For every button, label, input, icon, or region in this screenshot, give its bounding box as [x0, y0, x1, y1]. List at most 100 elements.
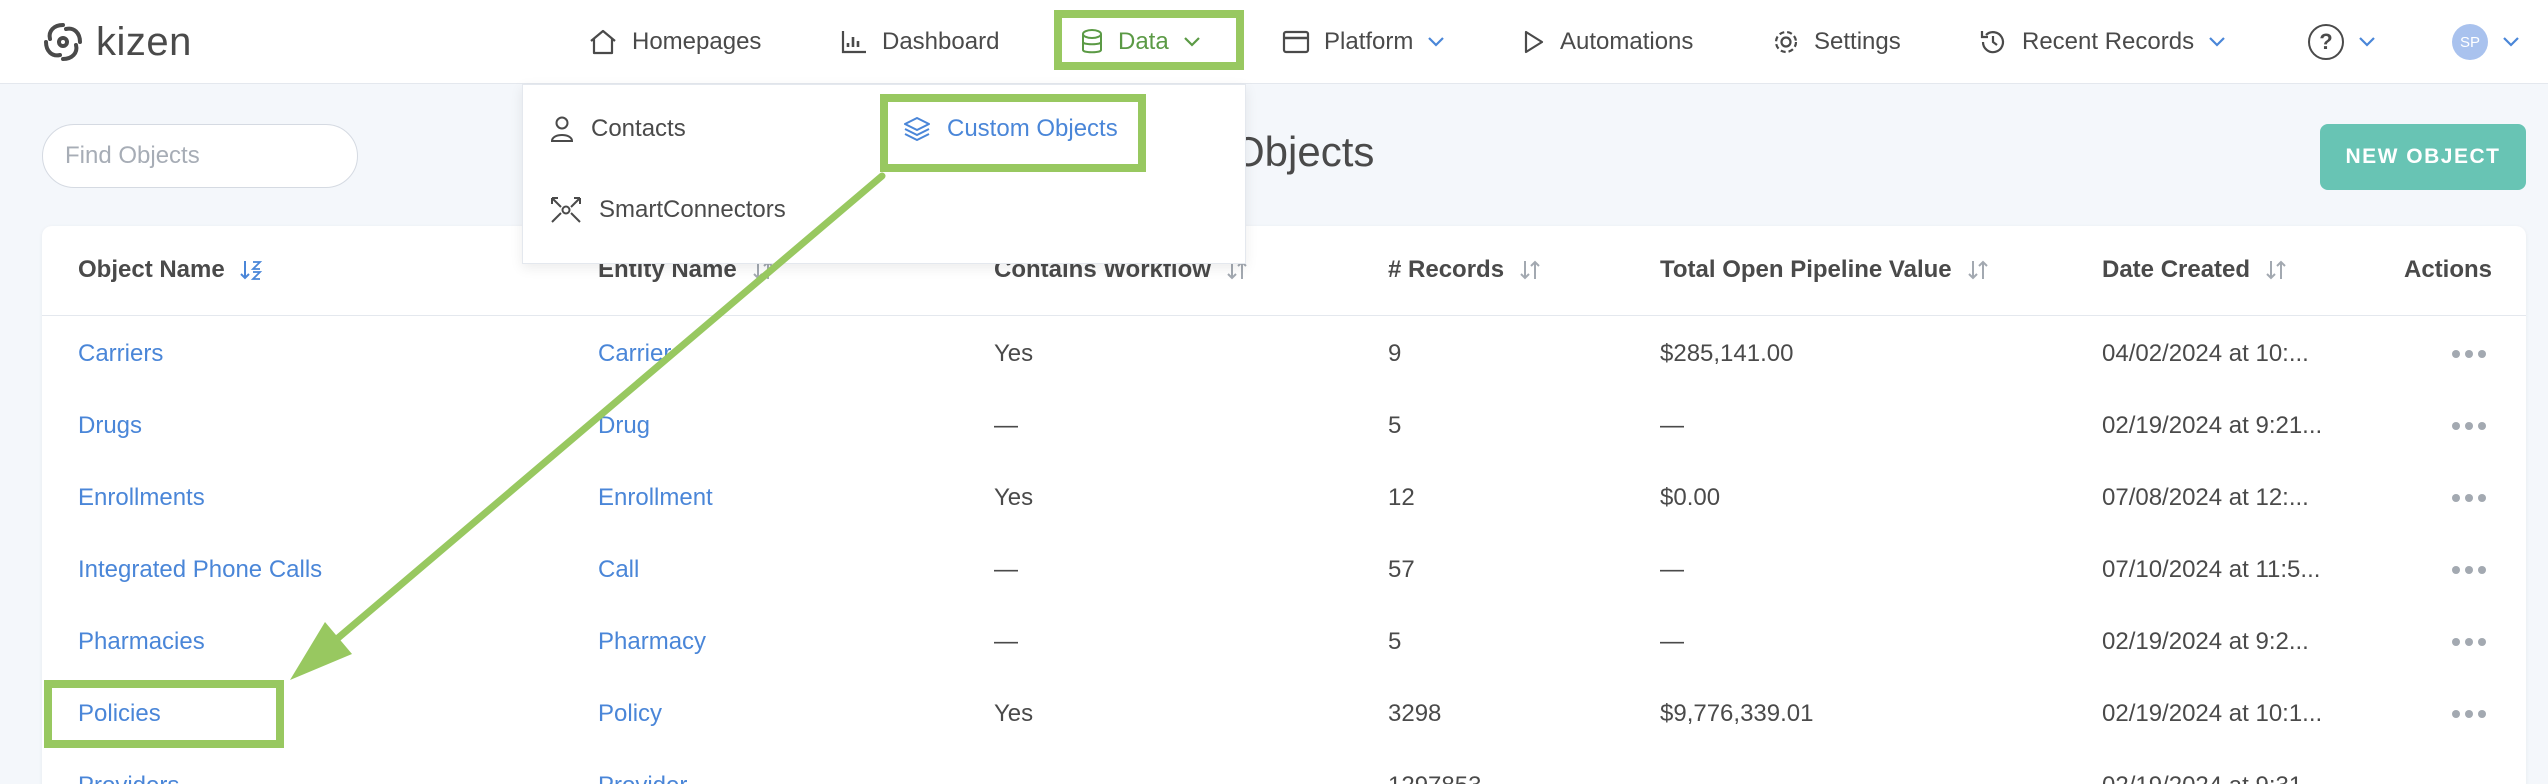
sort-icon	[2266, 260, 2286, 280]
workflow-value: —	[994, 556, 1018, 583]
kizen-logo[interactable]: kizen	[40, 18, 192, 66]
column-date-created[interactable]: Date Created	[2102, 256, 2288, 284]
pipeline-value: —	[1660, 412, 1684, 439]
top-navigation: kizen Homepages Dashboard Data Platform …	[0, 0, 2548, 84]
object-name-link[interactable]: Integrated Phone Calls	[78, 556, 322, 584]
column-label: Actions	[2404, 256, 2493, 283]
entity-name-link[interactable]: Provider	[598, 772, 687, 784]
chart-icon	[841, 31, 866, 54]
nav-dashboard-label: Dashboard	[882, 28, 1000, 55]
chevron-down-icon	[1428, 37, 1445, 47]
menu-item-label: Contacts	[591, 115, 686, 142]
sort-active-icon	[240, 261, 262, 280]
workflow-value: Yes	[994, 700, 1034, 727]
object-name-link[interactable]: Carriers	[78, 340, 163, 368]
table-row: Integrated Phone Calls Call — 57 — 07/10…	[42, 534, 2526, 606]
date-value: 02/19/2024 at 9:31...	[2102, 772, 2322, 784]
entity-name-link[interactable]: Policy	[598, 700, 662, 728]
menu-item-smartconnectors[interactable]: SmartConnectors	[549, 195, 786, 225]
table-row: Providers Provider 1297853 02/19/2024 at…	[42, 750, 2526, 784]
records-value: 5	[1388, 628, 1402, 655]
pipeline-value: $0.00	[1660, 484, 1721, 511]
play-icon	[1524, 30, 1544, 54]
menu-item-label: SmartConnectors	[599, 196, 786, 223]
records-value: 12	[1388, 484, 1415, 511]
object-name-link[interactable]: Drugs	[78, 412, 142, 440]
table-row: Drugs Drug — 5 — 02/19/2024 at 9:21...	[42, 390, 2526, 462]
nav-automations[interactable]: Automations	[1522, 14, 1693, 70]
chevron-down-icon	[2209, 37, 2225, 47]
workflow-value: —	[994, 412, 1018, 439]
object-name-link[interactable]: Providers	[78, 772, 179, 784]
chevron-down-icon	[2503, 37, 2519, 47]
person-icon	[550, 116, 574, 142]
date-value: 02/19/2024 at 10:1...	[2102, 700, 2323, 727]
object-name-link[interactable]: Enrollments	[78, 484, 205, 512]
column-label: Object Name	[78, 256, 225, 283]
date-value: 02/19/2024 at 9:21...	[2102, 412, 2323, 439]
entity-name-link[interactable]: Call	[598, 556, 639, 584]
table-row: Pharmacies Pharmacy — 5 — 02/19/2024 at …	[42, 606, 2526, 678]
records-value: 3298	[1388, 700, 1442, 727]
pipeline-value: —	[1660, 556, 1684, 583]
more-actions-icon[interactable]	[2452, 422, 2486, 430]
more-actions-icon[interactable]	[2452, 638, 2486, 646]
highlight-policies	[44, 680, 284, 748]
column-pipeline-value[interactable]: Total Open Pipeline Value	[1660, 256, 1990, 284]
more-actions-icon[interactable]	[2452, 494, 2486, 502]
nav-recent-records-label: Recent Records	[2022, 28, 2195, 55]
column-records[interactable]: # Records	[1388, 256, 1542, 284]
more-actions-icon[interactable]	[2452, 350, 2486, 358]
nav-automations-label: Automations	[1560, 28, 1694, 55]
column-label: Total Open Pipeline Value	[1660, 256, 1952, 283]
column-label: Date Created	[2102, 256, 2251, 283]
column-actions: Actions	[2404, 256, 2492, 284]
more-actions-icon[interactable]	[2452, 710, 2486, 718]
nav-platform[interactable]: Platform	[1282, 14, 1445, 70]
date-value: 07/08/2024 at 12:...	[2102, 484, 2309, 511]
entity-name-link[interactable]: Pharmacy	[598, 628, 706, 656]
sort-icon	[1967, 260, 1988, 280]
user-menu[interactable]: SP	[2452, 14, 2520, 70]
avatar: SP	[2452, 24, 2488, 60]
pipeline-value: —	[1660, 628, 1684, 655]
search-input[interactable]	[65, 142, 375, 170]
table-row: Enrollments Enrollment Yes 12 $0.00 07/0…	[42, 462, 2526, 534]
highlight-custom-objects	[880, 94, 1146, 172]
entity-name-link[interactable]: Enrollment	[598, 484, 713, 512]
date-value: 02/19/2024 at 9:2...	[2102, 628, 2309, 655]
nav-recent-records[interactable]: Recent Records	[1978, 14, 2226, 70]
column-label: # Records	[1388, 256, 1505, 283]
records-value: 57	[1388, 556, 1415, 583]
home-icon	[590, 29, 616, 55]
entity-name-link[interactable]: Carrier	[598, 340, 671, 368]
nav-homepages-label: Homepages	[632, 28, 762, 55]
nav-dashboard[interactable]: Dashboard	[840, 14, 999, 70]
nav-settings[interactable]: Settings	[1772, 14, 1901, 70]
connector-icon	[551, 197, 581, 223]
workflow-value: Yes	[994, 484, 1034, 511]
nav-homepages[interactable]: Homepages	[588, 14, 761, 70]
pipeline-value: $9,776,339.01	[1660, 700, 1814, 727]
workflow-value: —	[994, 628, 1018, 655]
gear-icon	[1774, 30, 1798, 54]
object-name-link[interactable]: Pharmacies	[78, 628, 205, 656]
nav-platform-label: Platform	[1324, 28, 1414, 55]
entity-name-link[interactable]: Drug	[598, 412, 650, 440]
window-icon	[1282, 30, 1310, 54]
highlight-data-nav	[1054, 10, 1244, 70]
table-header: Object Name Entity Name Contains Workflo…	[42, 226, 2526, 316]
pipeline-value: $285,141.00	[1660, 340, 1794, 367]
kizen-swirl-icon	[44, 23, 82, 61]
date-value: 07/10/2024 at 11:5...	[2102, 556, 2321, 583]
search-box[interactable]	[42, 124, 375, 188]
help-menu[interactable]: ?	[2308, 14, 2376, 70]
table-row: Policies Policy Yes 3298 $9,776,339.01 0…	[42, 678, 2526, 750]
column-object-name[interactable]: Object Name	[78, 256, 263, 284]
new-object-button[interactable]: NEW OBJECT	[2320, 124, 2526, 190]
more-actions-icon[interactable]	[2452, 566, 2486, 574]
page-title: Objects	[1232, 128, 1375, 175]
objects-table: Object Name Entity Name Contains Workflo…	[42, 226, 2526, 784]
records-value: 1297853	[1388, 772, 1481, 784]
menu-item-contacts[interactable]: Contacts	[549, 115, 686, 143]
